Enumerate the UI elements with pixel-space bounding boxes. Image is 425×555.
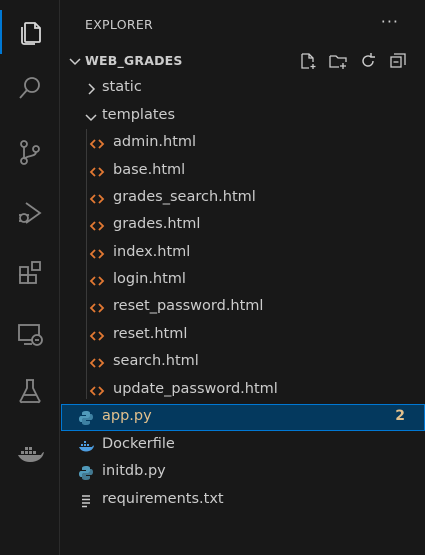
tree-item-label: admin.html	[113, 134, 197, 150]
activity-explorer[interactable]	[0, 6, 60, 58]
tree-item-label: login.html	[113, 271, 186, 287]
workspace-section-header[interactable]: WEB_GRADES	[61, 49, 425, 73]
activity-extensions[interactable]	[0, 247, 60, 299]
tree-item-label: reset.html	[113, 326, 188, 342]
run-debug-icon	[19, 202, 42, 224]
new-folder-icon	[329, 55, 347, 69]
testing-icon	[19, 379, 41, 403]
activity-search[interactable]	[0, 62, 60, 114]
docker-file-icon	[78, 438, 94, 454]
html-file-icon	[89, 164, 105, 180]
explorer-sidebar: EXPLORER ··· WEB_GRADES static templates…	[61, 0, 425, 555]
tree-item-update-password-html[interactable]: update_password.html	[61, 377, 425, 404]
html-file-icon	[89, 191, 105, 207]
tree-item-label: requirements.txt	[102, 491, 224, 507]
activity-docker[interactable]	[0, 427, 60, 479]
more-actions-button[interactable]: ···	[381, 12, 399, 31]
chevron-right-icon	[83, 81, 99, 97]
tree-item-reset-password-html[interactable]: reset_password.html	[61, 294, 425, 321]
html-file-icon	[89, 273, 105, 289]
python-file-icon	[78, 410, 94, 426]
tree-item-label: Dockerfile	[102, 436, 175, 452]
remote-explorer-icon	[18, 324, 43, 346]
tree-item-label: update_password.html	[113, 381, 278, 397]
html-file-icon	[89, 300, 105, 316]
new-file-icon	[301, 53, 316, 69]
chevron-down-icon	[69, 58, 81, 66]
tree-item-admin-html[interactable]: admin.html	[61, 130, 425, 157]
problem-count-badge: 2	[395, 408, 405, 424]
tree-item-static[interactable]: static	[61, 75, 425, 102]
tree-item-search-html[interactable]: search.html	[61, 349, 425, 376]
python-file-icon	[78, 465, 94, 481]
tree-item-index-html[interactable]: index.html	[61, 240, 425, 267]
workspace-name: WEB_GRADES	[85, 53, 183, 68]
tree-item-grades-search-html[interactable]: grades_search.html	[61, 185, 425, 212]
tree-item-grades-html[interactable]: grades.html	[61, 212, 425, 239]
tree-item-label: index.html	[113, 244, 191, 260]
activity-testing[interactable]	[0, 365, 60, 417]
tree-item-label: templates	[102, 107, 176, 123]
sidebar-title: EXPLORER	[85, 17, 154, 32]
docker-icon	[18, 447, 44, 462]
tree-item-reset-html[interactable]: reset.html	[61, 322, 425, 349]
tree-item-dockerfile[interactable]: Dockerfile	[61, 432, 425, 459]
refresh-button[interactable]	[357, 51, 379, 71]
collapse-all-icon	[390, 53, 406, 68]
html-file-icon	[89, 383, 105, 399]
refresh-icon	[362, 53, 375, 67]
new-folder-button[interactable]	[327, 51, 349, 71]
activity-bar	[0, 0, 60, 555]
tree-item-label: static	[102, 79, 142, 95]
tree-item-label: reset_password.html	[113, 298, 264, 314]
tree-item-templates[interactable]: templates	[61, 103, 425, 130]
activity-run-debug[interactable]	[0, 187, 60, 239]
new-file-button[interactable]	[297, 51, 319, 71]
extensions-icon	[19, 261, 41, 284]
chevron-down-icon	[83, 109, 99, 125]
activity-remote-explorer[interactable]	[0, 308, 60, 360]
html-file-icon	[89, 355, 105, 371]
tree-item-label: app.py	[102, 408, 152, 424]
section-actions	[297, 51, 409, 71]
source-control-icon	[20, 140, 40, 165]
tree-item-label: initdb.py	[102, 463, 166, 479]
html-file-icon	[89, 218, 105, 234]
html-file-icon	[89, 328, 105, 344]
collapse-all-button[interactable]	[387, 51, 409, 71]
tree-item-base-html[interactable]: base.html	[61, 158, 425, 185]
search-icon	[19, 77, 40, 99]
html-file-icon	[89, 136, 105, 152]
tree-item-label: grades.html	[113, 216, 201, 232]
tree-item-requirements-txt[interactable]: requirements.txt	[61, 487, 425, 514]
text-file-icon	[78, 493, 94, 509]
tree-item-label: grades_search.html	[113, 189, 256, 205]
html-file-icon	[89, 246, 105, 262]
explorer-icon	[21, 22, 41, 45]
tree-item-label: base.html	[113, 162, 186, 178]
tree-item-login-html[interactable]: login.html	[61, 267, 425, 294]
activity-source-control[interactable]	[0, 126, 60, 178]
tree-item-label: search.html	[113, 353, 199, 369]
tree-item-initdb-py[interactable]: initdb.py	[61, 459, 425, 486]
sidebar-header: EXPLORER ···	[61, 0, 425, 48]
tree-item-app-py[interactable]: app.py 2	[61, 404, 425, 431]
